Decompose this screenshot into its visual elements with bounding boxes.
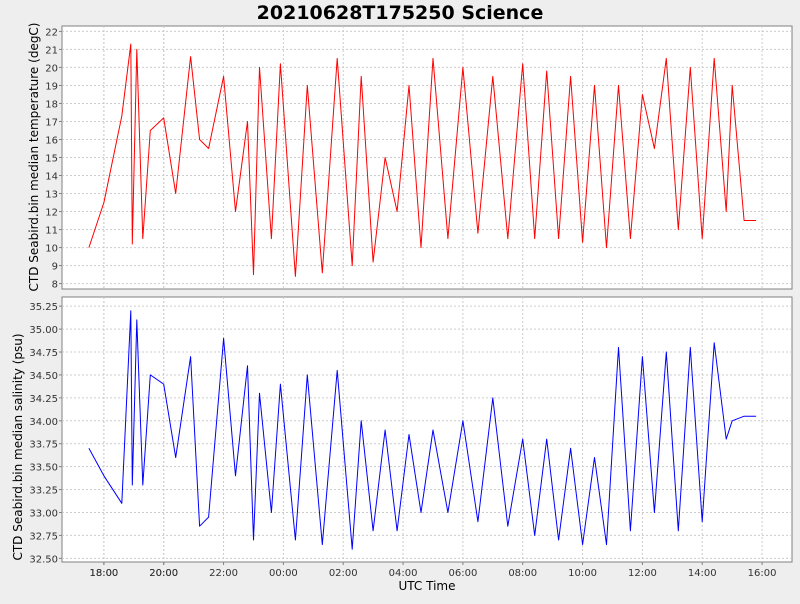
salinity-ytick-label: 32.75 [29,531,58,542]
salinity-ytick-label: 34.25 [29,394,58,405]
temperature-ytick-label: 8 [52,280,58,291]
temperature-ytick-label: 17 [45,117,58,128]
chart-svg: 20210628T175250 Science 8 9 10 11 12 13 14 15 16… [0,0,800,600]
temperature-ytick-label: 16 [45,135,58,146]
salinity-ytick-label: 32.50 [29,554,58,565]
temperature-ytick-label: 9 [52,262,58,273]
xtick-label: 00:00 [269,568,298,579]
salinity-ytick-label: 33.50 [29,463,58,474]
xtick-label: 20:00 [149,568,178,579]
chart-title: 20210628T175250 Science [257,2,544,24]
temperature-ytick-label: 14 [45,172,58,183]
temperature-y-axis-label: CTD Seabird.bin median temperature (degC… [27,23,41,292]
xtick-label: 02:00 [329,568,358,579]
temperature-ytick-label: 12 [45,208,58,219]
temperature-ytick-label: 21 [45,45,58,56]
salinity-y-axis-label: CTD Seabird.bin median salinity (psu) [11,333,25,560]
salinity-ytick-label: 33.75 [29,440,58,451]
xtick-label: 12:00 [628,568,657,579]
temperature-ytick-label: 22 [45,27,58,38]
salinity-ytick-label: 34.50 [29,371,58,382]
temperature-ytick-label: 11 [45,226,58,237]
temperature-ytick-label: 19 [45,81,58,92]
temperature-ytick-label: 20 [45,63,58,74]
xtick-label: 18:00 [89,568,118,579]
salinity-ytick-label: 34.00 [29,417,58,428]
temperature-ytick-label: 13 [45,190,58,201]
xtick-label: 16:00 [748,568,777,579]
salinity-ytick-label: 35.25 [29,302,58,313]
salinity-ytick-label: 35.00 [29,325,58,336]
chart-figure: 20210628T175250 Science 8 9 10 11 12 13 14 15 16… [0,0,800,600]
xtick-label: 08:00 [508,568,537,579]
xtick-label: 10:00 [568,568,597,579]
temperature-ytick-label: 18 [45,99,58,110]
xtick-label: 06:00 [448,568,477,579]
temperature-ytick-label: 15 [45,154,58,165]
xtick-label: 14:00 [688,568,717,579]
temperature-ytick-label: 10 [45,244,58,255]
x-axis-label: UTC Time [399,579,456,593]
salinity-ytick-label: 34.75 [29,348,58,359]
salinity-ytick-label: 33.25 [29,486,58,497]
xtick-label: 22:00 [209,568,238,579]
xtick-label: 04:00 [389,568,418,579]
salinity-ytick-label: 33.00 [29,508,58,519]
